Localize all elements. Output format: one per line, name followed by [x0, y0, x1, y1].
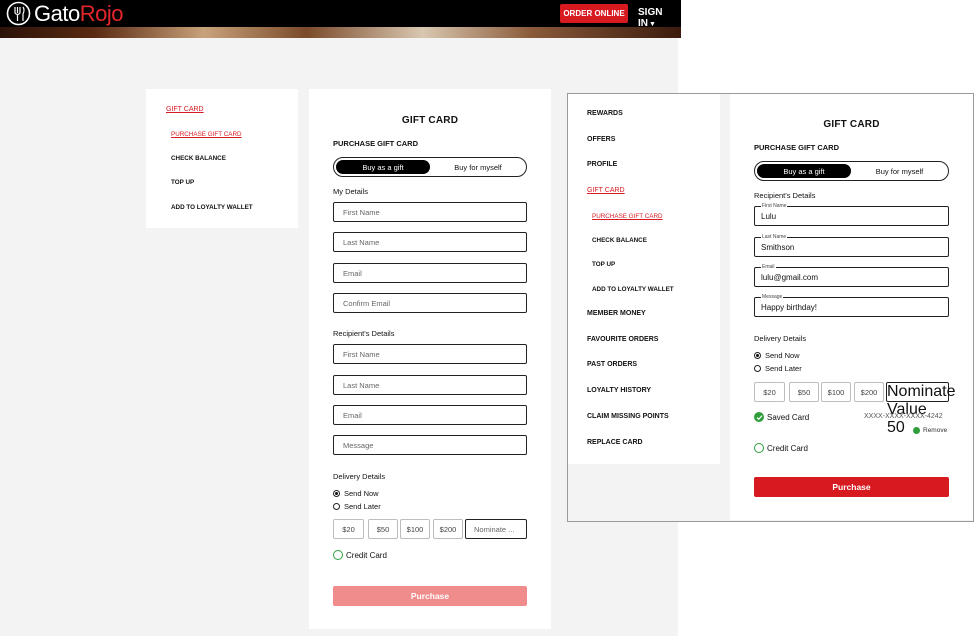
sidebar-item-member-money[interactable]: MEMBER MONEY: [587, 310, 646, 317]
saved-card-option[interactable]: Saved Card: [754, 412, 809, 422]
recipient-email-field[interactable]: Email lulu@gmail.com: [754, 264, 949, 287]
send-now-radio[interactable]: Send Now: [333, 489, 379, 498]
credit-card-option[interactable]: Credit Card: [333, 550, 387, 560]
sidebar-item-top-up[interactable]: TOP UP: [171, 179, 194, 186]
delivery-details-label: Delivery Details: [333, 472, 386, 481]
sidebar-item-purchase-gift-card[interactable]: PURCHASE GIFT CARD: [592, 213, 663, 220]
amount-100-button[interactable]: $100: [821, 382, 851, 402]
sidebar-item-check-balance[interactable]: CHECK BALANCE: [592, 237, 647, 244]
recipient-last-name-field[interactable]: Last Name Smithson: [754, 234, 949, 257]
sidebar-item-loyalty-history[interactable]: LOYALTY HISTORY: [587, 387, 651, 394]
buy-as-gift-option[interactable]: Buy as a gift: [336, 160, 430, 174]
amount-100-button[interactable]: $100: [400, 519, 430, 539]
my-first-name-field[interactable]: First Name: [333, 202, 527, 222]
gift-card-form-filled: GIFT CARD PURCHASE GIFT CARD Buy as a gi…: [730, 94, 973, 520]
buy-as-gift-option[interactable]: Buy as a gift: [757, 164, 851, 178]
radio-empty-icon: [333, 503, 340, 510]
recipient-first-name-field[interactable]: First Name: [333, 344, 527, 364]
account-sidebar-expanded: REWARDS OFFERS PROFILE GIFT CARD PURCHAS…: [568, 94, 720, 464]
page-title: GIFT CARD: [823, 119, 880, 130]
logo[interactable]: GatoRojo: [6, 1, 123, 26]
sidebar-item-favourite-orders[interactable]: FAVOURITE ORDERS: [587, 336, 658, 343]
sidebar-item-purchase-gift-card[interactable]: PURCHASE GIFT CARD: [171, 131, 242, 138]
my-last-name-field[interactable]: Last Name: [333, 232, 527, 252]
sidebar-item-add-to-loyalty-wallet[interactable]: ADD TO LOYALTY WALLET: [592, 286, 674, 293]
sidebar-item-top-up[interactable]: TOP UP: [592, 261, 615, 268]
account-sidebar: GIFT CARD PURCHASE GIFT CARD CHECK BALAN…: [146, 89, 298, 228]
order-online-button[interactable]: ORDER ONLINE: [560, 4, 628, 23]
purchase-button[interactable]: Purchase: [333, 586, 527, 606]
purchase-button[interactable]: Purchase: [754, 477, 949, 497]
send-now-radio[interactable]: Send Now: [754, 351, 800, 360]
confirm-email-field[interactable]: Confirm Email: [333, 293, 527, 313]
amount-20-button[interactable]: $20: [333, 519, 364, 539]
sidebar-item-profile[interactable]: PROFILE: [587, 161, 617, 168]
radio-empty-icon: [333, 550, 343, 560]
buy-for-myself-option[interactable]: Buy for myself: [430, 160, 526, 174]
sidebar-item-replace-card[interactable]: REPLACE CARD: [587, 439, 643, 446]
send-later-radio[interactable]: Send Later: [333, 502, 381, 511]
check-icon: [913, 427, 920, 434]
credit-card-option[interactable]: Credit Card: [754, 443, 808, 453]
section-title: PURCHASE GIFT CARD: [754, 143, 840, 152]
saved-card-number: XXXX-XXXX-XXXX-4242: [864, 413, 943, 420]
purchase-type-toggle: Buy as a gift Buy for myself: [754, 161, 949, 181]
buy-for-myself-option[interactable]: Buy for myself: [851, 164, 948, 178]
sidebar-item-add-to-loyalty-wallet[interactable]: ADD TO LOYALTY WALLET: [171, 204, 253, 211]
section-title: PURCHASE GIFT CARD: [333, 139, 419, 148]
radio-checked-icon: [754, 352, 761, 359]
amount-50-button[interactable]: $50: [368, 519, 398, 539]
remove-card-link[interactable]: Remove: [913, 427, 947, 434]
send-later-radio[interactable]: Send Later: [754, 364, 802, 373]
recipient-message-field[interactable]: Message Happy birthday!: [754, 294, 949, 317]
top-navigation-bar: GatoRojo ORDER ONLINE SIGN IN▼: [0, 0, 681, 29]
page-title: GIFT CARD: [401, 115, 459, 126]
recipient-email-field[interactable]: Email: [333, 405, 527, 425]
purchase-type-toggle: Buy as a gift Buy for myself: [333, 157, 527, 177]
amount-200-button[interactable]: $200: [433, 519, 463, 539]
gift-card-form: GIFT CARD PURCHASE GIFT CARD Buy as a gi…: [309, 89, 551, 629]
sidebar-item-claim-missing-points[interactable]: CLAIM MISSING POINTS: [587, 413, 669, 420]
fork-logo-icon: [6, 1, 31, 26]
amount-20-button[interactable]: $20: [754, 382, 785, 402]
sidebar-item-gift-card[interactable]: GIFT CARD: [166, 106, 204, 113]
sidebar-item-check-balance[interactable]: CHECK BALANCE: [171, 155, 226, 162]
radio-checked-icon: [333, 490, 340, 497]
recipient-last-name-field[interactable]: Last Name: [333, 375, 527, 395]
sidebar-item-past-orders[interactable]: PAST ORDERS: [587, 361, 637, 368]
amount-200-button[interactable]: $200: [854, 382, 884, 402]
sidebar-item-offers[interactable]: OFFERS: [587, 136, 615, 143]
sidebar-item-gift-card[interactable]: GIFT CARD: [587, 187, 625, 194]
recipient-first-name-field[interactable]: First Name Lulu: [754, 203, 949, 226]
recipient-details-label: Recipient's Details: [333, 329, 395, 338]
check-icon: [754, 412, 764, 422]
sidebar-item-rewards[interactable]: REWARDS: [587, 110, 623, 117]
amount-50-button[interactable]: $50: [789, 382, 819, 402]
delivery-details-label: Delivery Details: [754, 334, 807, 343]
radio-empty-icon: [754, 365, 761, 372]
my-details-label: My Details: [333, 187, 369, 196]
recipient-message-field[interactable]: Message: [333, 435, 527, 455]
radio-empty-icon: [754, 443, 764, 453]
my-email-field[interactable]: Email: [333, 263, 527, 283]
hero-banner-image: [0, 27, 681, 38]
sign-in-menu[interactable]: SIGN IN▼: [638, 7, 681, 29]
nominate-value-field[interactable]: Nominate ...: [465, 519, 527, 539]
logo-text: GatoRojo: [34, 0, 123, 26]
nominate-value-field[interactable]: Nominate Value 50: [886, 382, 955, 436]
recipient-details-label: Recipient's Details: [754, 191, 816, 200]
